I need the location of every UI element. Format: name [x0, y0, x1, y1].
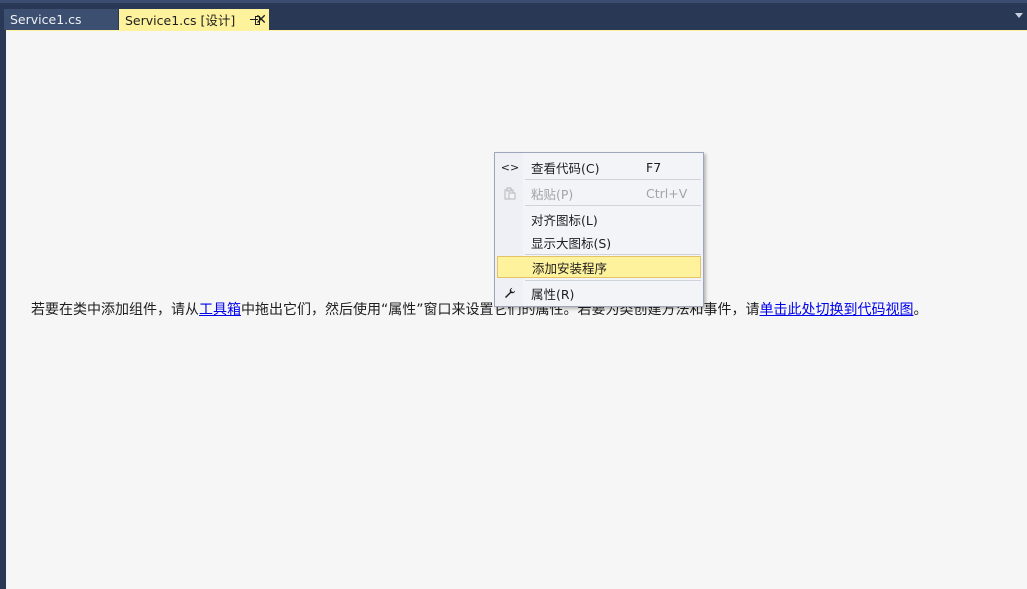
menu-item-add-installer[interactable]: 添加安装程序: [497, 256, 701, 278]
tab-overflow-dropdown-icon[interactable]: [1015, 13, 1023, 18]
menu-separator: [525, 254, 701, 255]
menu-item-label: 显示大图标(S): [531, 235, 612, 251]
menu-item-label: 粘贴(P): [531, 186, 574, 202]
view-code-icon: <>: [500, 160, 520, 174]
menu-item-label: 对齐图标(L): [531, 212, 598, 228]
menu-item-shortcut: F7: [646, 159, 662, 175]
menu-item-shortcut: Ctrl+V: [646, 185, 688, 201]
menu-item-align-icons[interactable]: 对齐图标(L): [497, 208, 701, 230]
tab-label: Service1.cs [设计]: [125, 13, 236, 28]
paste-icon: [497, 182, 523, 204]
ide-window: Service1.cs Service1.cs [设计] ✕ 若要在类中添加组件…: [0, 0, 1027, 589]
document-tab-strip: Service1.cs Service1.cs [设计] ✕: [0, 0, 1027, 31]
menu-separator: [525, 205, 701, 206]
menu-item-label: 属性(R): [531, 286, 575, 302]
menu-item-show-large-icons[interactable]: 显示大图标(S): [497, 231, 701, 253]
tab-strip-top-border: [0, 0, 1027, 3]
toolbox-link[interactable]: 工具箱: [199, 302, 241, 318]
tab-service1-design[interactable]: Service1.cs [设计] ✕: [119, 9, 269, 30]
menu-item-properties[interactable]: 属性(R): [497, 282, 701, 304]
context-menu: <> 查看代码(C) F7 粘贴(P) Ctrl+V 对齐图标(L) 显示大图标…: [494, 152, 704, 307]
designer-surface[interactable]: 若要在类中添加组件，请从工具箱中拖出它们，然后使用“属性”窗口来设置它们的属性。…: [6, 30, 1027, 589]
switch-to-code-view-link[interactable]: 单击此处切换到代码视图: [760, 302, 914, 318]
wrench-icon: [497, 282, 523, 304]
hint-text-end: 。: [913, 302, 928, 318]
menu-item-paste[interactable]: 粘贴(P) Ctrl+V: [497, 182, 701, 204]
tab-service1-code[interactable]: Service1.cs: [4, 9, 118, 30]
hint-text-start: 若要在类中添加组件，请从: [31, 302, 199, 318]
tab-label: Service1.cs: [10, 12, 82, 27]
menu-item-label: 添加安装程序: [532, 260, 608, 276]
menu-item-label: 查看代码(C): [531, 160, 600, 176]
menu-separator: [525, 280, 701, 281]
menu-item-view-code[interactable]: <> 查看代码(C) F7: [497, 156, 701, 178]
menu-separator: [525, 179, 701, 180]
